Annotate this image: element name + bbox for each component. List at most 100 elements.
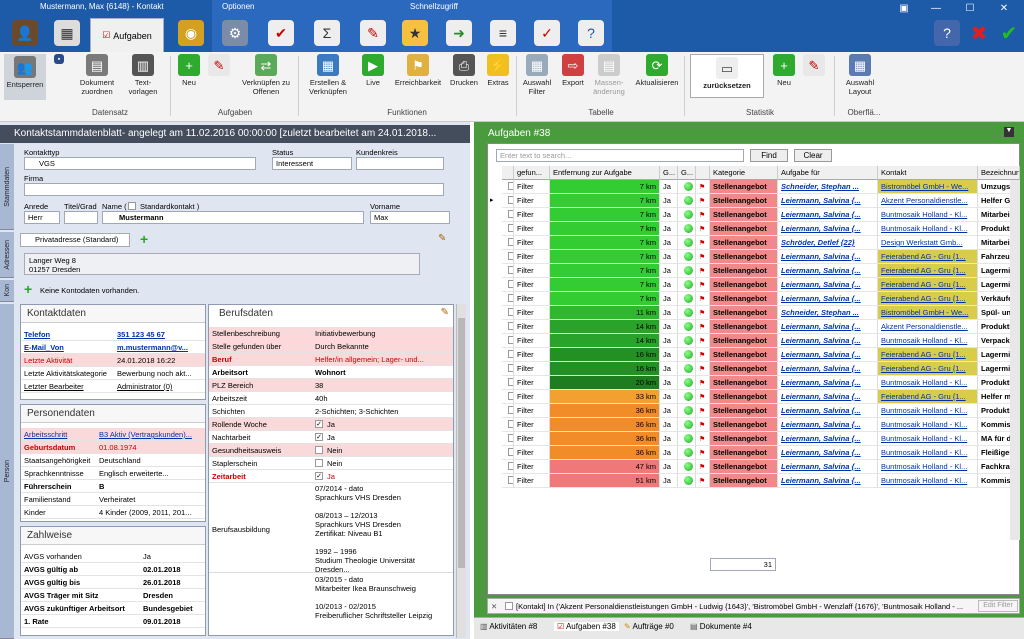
close-icon[interactable]: ✕ bbox=[996, 3, 1012, 14]
add-address-icon[interactable]: + bbox=[140, 232, 154, 247]
help-doc-icon[interactable]: ? bbox=[578, 20, 604, 46]
grid-header-8[interactable]: Kontakt bbox=[878, 166, 978, 180]
edit-address-icon[interactable]: ✎ bbox=[438, 233, 446, 244]
confirm-icon[interactable]: ✔ bbox=[996, 20, 1022, 46]
coins-icon[interactable]: ◉ bbox=[178, 20, 204, 46]
table-row[interactable]: Filter 7 km Ja ⚑ Stellenangebot Leiermann, Sa… bbox=[488, 292, 1020, 306]
standardkontakt-checkbox[interactable] bbox=[128, 202, 136, 210]
grid-header-3[interactable]: G... bbox=[660, 166, 678, 180]
anrede-select[interactable]: Herr bbox=[24, 211, 60, 224]
vtab-kon[interactable]: Kon bbox=[0, 280, 14, 302]
vtab-person[interactable]: Person bbox=[0, 304, 14, 639]
tab-aufgaben-bottom[interactable]: ☑ Aufgaben #38 bbox=[554, 622, 619, 631]
kontakttyp-select[interactable]: VGS bbox=[24, 157, 256, 170]
kontaktdaten-value[interactable]: m.mustermann@v... bbox=[117, 343, 203, 352]
table-row[interactable]: Filter 36 km Ja ⚑ Stellenangebot Leiermann, S… bbox=[488, 446, 1020, 460]
kontaktdaten-value[interactable]: 351 123 45 67 bbox=[117, 330, 203, 339]
neu2-button[interactable]: + Neu bbox=[772, 54, 796, 87]
vtab-stammdaten[interactable]: Stammdaten bbox=[0, 144, 14, 230]
cancel-icon[interactable]: ✖ bbox=[966, 20, 992, 46]
restore-icon[interactable]: ▣ bbox=[896, 3, 912, 14]
personendaten-value[interactable]: B3 Aktiv (Vertragskunden)... bbox=[99, 430, 203, 439]
grid-header-4[interactable]: G... bbox=[678, 166, 696, 180]
find-button[interactable]: Find bbox=[750, 149, 788, 162]
grid-header-9[interactable]: Bezeichnung bbox=[978, 166, 1020, 180]
vorname-input[interactable]: Max bbox=[370, 211, 450, 224]
edit-remove-button[interactable]: ✎ bbox=[206, 54, 232, 78]
status-select[interactable]: Interessent bbox=[272, 157, 352, 170]
address-box[interactable]: Langer Weg 8 01257 Dresden bbox=[24, 253, 420, 275]
table-row[interactable]: Filter 7 km Ja ⚑ Stellenangebot Leiermann, Sa… bbox=[488, 208, 1020, 222]
neu-button[interactable]: + Neu bbox=[176, 54, 202, 87]
stat-edit-button[interactable]: ✎ bbox=[802, 54, 826, 78]
auswahl-filter-button[interactable]: ▦ Auswahl Filter bbox=[520, 54, 554, 96]
table-row[interactable]: Filter 20 km Ja ⚑ Stellenangebot Leiermann, S… bbox=[488, 376, 1020, 390]
table-row[interactable]: Filter 16 km Ja ⚑ Stellenangebot Leiermann, S… bbox=[488, 362, 1020, 376]
calendar-icon[interactable]: ▦ bbox=[54, 20, 80, 46]
grid-header-7[interactable]: Aufgabe für bbox=[778, 166, 878, 180]
doc-list-icon[interactable]: ≡ bbox=[490, 20, 516, 46]
minimize-icon[interactable]: — bbox=[928, 3, 944, 14]
tab-auftraege[interactable]: ✎ Aufträge #0 bbox=[624, 622, 674, 631]
grid-header-1[interactable]: gefun... bbox=[514, 166, 550, 180]
zuruecksetzen-button[interactable]: ▭ zurücksetzen bbox=[690, 54, 764, 98]
grid-header-6[interactable]: Kategorie bbox=[710, 166, 778, 180]
add-konto-icon[interactable]: + bbox=[24, 282, 38, 296]
table-row[interactable]: Filter 36 km Ja ⚑ Stellenangebot Leiermann, S… bbox=[488, 404, 1020, 418]
auswahl-layout-button[interactable]: ▦ Auswahl Layout bbox=[840, 54, 880, 96]
textvorlagen-button[interactable]: ▥ Text-vorlagen bbox=[122, 54, 164, 96]
table-row[interactable]: Filter 14 km Ja ⚑ Stellenangebot Leiermann, S… bbox=[488, 334, 1020, 348]
drucken-button[interactable]: ⎙ Drucken bbox=[448, 54, 480, 87]
table-row[interactable]: Filter 36 km Ja ⚑ Stellenangebot Leiermann, S… bbox=[488, 432, 1020, 446]
verknuepfen-button[interactable]: ⇄ Verknüpfen zu Offenen bbox=[236, 54, 296, 96]
edit-beruf-icon[interactable]: ✎ bbox=[441, 307, 449, 318]
erstellen-button[interactable]: ▦ Erstellen & Verknüpfen bbox=[302, 54, 354, 96]
sum-icon[interactable]: Σ bbox=[314, 20, 340, 46]
person-icon[interactable]: 👤 bbox=[12, 20, 38, 46]
grid-header-2[interactable]: Entfernung zur Aufgabe bbox=[550, 166, 660, 180]
search-input[interactable]: Enter text to search... bbox=[496, 149, 744, 162]
filter-checkbox[interactable] bbox=[505, 602, 513, 610]
export-button[interactable]: ⇨ Export bbox=[558, 54, 588, 87]
table-row[interactable]: ▸ Filter 7 km Ja ⚑ Stellenangebot Leiermann, S… bbox=[488, 194, 1020, 208]
table-row[interactable]: Filter 51 km Ja ⚑ Stellenangebot Leiermann, S… bbox=[488, 474, 1020, 488]
table-row[interactable]: Filter 11 km Ja ⚑ Stellenangebot Schneider, S… bbox=[488, 306, 1020, 320]
clear-button[interactable]: Clear bbox=[794, 149, 832, 162]
help-icon[interactable]: ? bbox=[934, 20, 960, 46]
live-button[interactable]: ▶ Live bbox=[360, 54, 386, 87]
firma-input[interactable] bbox=[24, 183, 444, 196]
dokument-zuordnen-button[interactable]: ▤ Dokument zuordnen bbox=[76, 54, 118, 96]
gear-icon[interactable]: ⚙ bbox=[222, 20, 248, 46]
erreichbarkeit-button[interactable]: ⚑ Erreichbarkeit bbox=[392, 54, 444, 87]
grid-header-5[interactable] bbox=[696, 166, 710, 180]
pin-icon[interactable]: ▼ bbox=[1004, 127, 1014, 137]
extras-button[interactable]: ⚡ Extras bbox=[484, 54, 512, 87]
table-row[interactable]: Filter 7 km Ja ⚑ Stellenangebot Schneider, St… bbox=[488, 180, 1020, 194]
left-scrollbar[interactable] bbox=[456, 304, 466, 638]
table-row[interactable]: Filter 33 km Ja ⚑ Stellenangebot Leiermann, S… bbox=[488, 390, 1020, 404]
table-row[interactable]: Filter 7 km Ja ⚑ Stellenangebot Leiermann, Sa… bbox=[488, 264, 1020, 278]
table-row[interactable]: Filter 7 km Ja ⚑ Stellenangebot Schröder, Det… bbox=[488, 236, 1020, 250]
table-row[interactable]: Filter 7 km Ja ⚑ Stellenangebot Leiermann, Sa… bbox=[488, 278, 1020, 292]
edit-filter-button[interactable]: Edit Filter bbox=[978, 600, 1018, 612]
save-icon[interactable]: ▪ bbox=[52, 54, 66, 66]
tab-aufgaben[interactable]: ☑ Aufgaben bbox=[90, 18, 164, 52]
maximize-icon[interactable]: ☐ bbox=[962, 3, 978, 14]
table-row[interactable]: Filter 16 km Ja ⚑ Stellenangebot Leiermann, S… bbox=[488, 348, 1020, 362]
table-row[interactable]: Filter 36 km Ja ⚑ Stellenangebot Leiermann, S… bbox=[488, 418, 1020, 432]
table-row[interactable]: Filter 14 km Ja ⚑ Stellenangebot Leiermann, S… bbox=[488, 320, 1020, 334]
tab-dokumente[interactable]: ▤ Dokumente #4 bbox=[690, 622, 752, 631]
doc-arrow-icon[interactable]: ➜ bbox=[446, 20, 472, 46]
close-filter-icon[interactable]: ✕ bbox=[491, 602, 497, 611]
vtab-adressen[interactable]: Adressen bbox=[0, 232, 14, 278]
massenaenderung-button[interactable]: ▤ Massen-änderung bbox=[590, 54, 628, 96]
doc-star-icon[interactable]: ★ bbox=[402, 20, 428, 46]
grid-scrollbar[interactable] bbox=[1010, 180, 1020, 540]
grid-header-0[interactable] bbox=[502, 166, 514, 180]
table-row[interactable]: Filter 7 km Ja ⚑ Stellenangebot Leiermann, Sa… bbox=[488, 250, 1020, 264]
kundenkreis-select[interactable] bbox=[356, 157, 444, 170]
name-input[interactable]: Mustermann bbox=[102, 211, 364, 224]
titel-input[interactable] bbox=[64, 211, 98, 224]
doc-check-icon[interactable]: ✓ bbox=[534, 20, 560, 46]
address-tab[interactable]: Privatadresse (Standard) bbox=[20, 233, 130, 247]
